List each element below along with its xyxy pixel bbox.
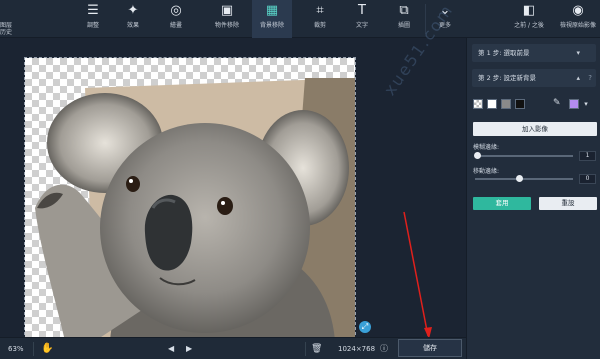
color-dropdown-icon[interactable]: ▾ — [581, 99, 591, 109]
trash-icon[interactable]: 🗑 — [311, 338, 322, 359]
top-toolbar: 图层 历史 ☰ 調整 ✦ 效果 ◎ 繪畫 ▣ 物件移除 ▦ 背景移除 ⌗ 裁剪 T… — [0, 0, 600, 38]
shift-edge-knob[interactable] — [516, 175, 523, 182]
chevron-down-icon: ▾ — [576, 49, 580, 57]
insert-icon: ⧉ — [399, 3, 409, 18]
tool-insert-label: 插圖 — [397, 22, 410, 29]
image-dimensions: 1024×768 — [338, 345, 376, 353]
swatch-white[interactable] — [487, 99, 497, 109]
tool-background-remove[interactable]: ▦ 背景移除 — [252, 0, 292, 38]
paint-icon: ◎ — [170, 3, 182, 18]
apply-button[interactable]: 套用 — [473, 197, 531, 210]
tool-background-remove-label: 背景移除 — [259, 22, 284, 29]
tool-text-label: 文字 — [355, 22, 368, 29]
step-2-header[interactable]: 第 2 步: 設定新背景 ▴ ? — [472, 69, 596, 87]
chevron-up-icon: ▴ — [576, 74, 580, 82]
before-after-button[interactable]: ◧ 之前 / 之後 — [507, 0, 551, 38]
bottom-divider — [33, 342, 34, 356]
tool-paint[interactable]: ◎ 繪畫 — [160, 0, 192, 38]
blur-edge-value[interactable]: 1 — [579, 151, 596, 161]
effects-icon: ✦ — [127, 3, 139, 18]
step-1-header[interactable]: 第 1 步: 選取前景 ▾ — [472, 44, 596, 62]
swatch-custom-color[interactable] — [569, 99, 579, 109]
shift-edge-value[interactable]: 0 — [579, 174, 596, 184]
right-panel: 第 1 步: 選取前景 ▾ 第 2 步: 設定新背景 ▴ ? ✎ ▾ 加入影像 … — [466, 38, 600, 359]
tool-object-remove-label: 物件移除 — [214, 22, 239, 29]
prev-arrow-icon[interactable]: ◀ — [168, 338, 174, 359]
hand-icon[interactable]: ✋ — [41, 338, 53, 359]
tool-effects[interactable]: ✦ 效果 — [118, 0, 148, 38]
image-canvas[interactable] — [24, 57, 356, 340]
save-button[interactable]: 儲存 — [398, 339, 462, 357]
before-after-label: 之前 / 之後 — [514, 22, 544, 29]
add-image-button[interactable]: 加入影像 — [473, 122, 597, 136]
shift-edge-label: 移動邊緣: — [473, 168, 500, 175]
eyedropper-icon[interactable]: ✎ — [553, 98, 561, 108]
bottom-bar: 63% ✋ ◀ ▶ 🗑 1024×768 ⓘ — [0, 337, 466, 359]
swatch-gray[interactable] — [501, 99, 511, 109]
resize-icon[interactable]: ⤢ — [359, 321, 371, 333]
background-swatches: ✎ ▾ — [473, 98, 597, 111]
step-1-label: 第 1 步: 選取前景 — [478, 49, 530, 57]
koala-photo — [35, 78, 355, 339]
blur-edge-knob[interactable] — [474, 152, 481, 159]
blur-edge-label: 模糊邊緣: — [473, 144, 500, 151]
zoom-level[interactable]: 63% — [8, 338, 24, 359]
tool-adjust-label: 調整 — [86, 22, 99, 29]
tool-effects-label: 效果 — [126, 22, 139, 29]
reset-button[interactable]: 重設 — [539, 197, 597, 210]
crop-icon: ⌗ — [316, 3, 324, 18]
tool-object-remove[interactable]: ▣ 物件移除 — [210, 0, 244, 38]
tool-insert[interactable]: ⧉ 插圖 — [389, 0, 419, 38]
info-icon[interactable]: ⓘ — [380, 338, 388, 359]
help-icon[interactable]: ? — [588, 69, 592, 87]
blur-edge-slider[interactable] — [475, 155, 573, 157]
view-original-button[interactable]: ◉ 檢視原始影像 — [558, 0, 598, 38]
before-after-icon: ◧ — [522, 3, 536, 18]
tool-adjust[interactable]: ☰ 調整 — [78, 0, 108, 38]
eye-icon: ◉ — [572, 3, 584, 18]
background-remove-icon: ▦ — [265, 3, 279, 18]
tool-crop-label: 裁剪 — [313, 22, 326, 29]
canvas-area[interactable]: xue51.com — [0, 0, 466, 340]
left-toolbar-label: 图层 历史 — [0, 22, 13, 36]
step-2-label: 第 2 步: 設定新背景 — [478, 74, 537, 82]
tool-paint-label: 繪畫 — [169, 22, 182, 29]
tool-text[interactable]: T 文字 — [347, 0, 377, 38]
object-remove-icon: ▣ — [220, 3, 234, 18]
tool-crop[interactable]: ⌗ 裁剪 — [305, 0, 335, 38]
view-original-label: 檢視原始影像 — [559, 22, 596, 29]
swatch-transparent[interactable] — [473, 99, 483, 109]
shift-edge-slider[interactable] — [475, 178, 573, 180]
text-icon: T — [358, 3, 366, 18]
swatch-black[interactable] — [515, 99, 525, 109]
layers-history-toggle[interactable]: 图层 历史 — [0, 0, 22, 38]
next-arrow-icon[interactable]: ▶ — [186, 338, 192, 359]
sliders-icon: ☰ — [87, 3, 99, 18]
bottom-divider — [305, 342, 306, 356]
